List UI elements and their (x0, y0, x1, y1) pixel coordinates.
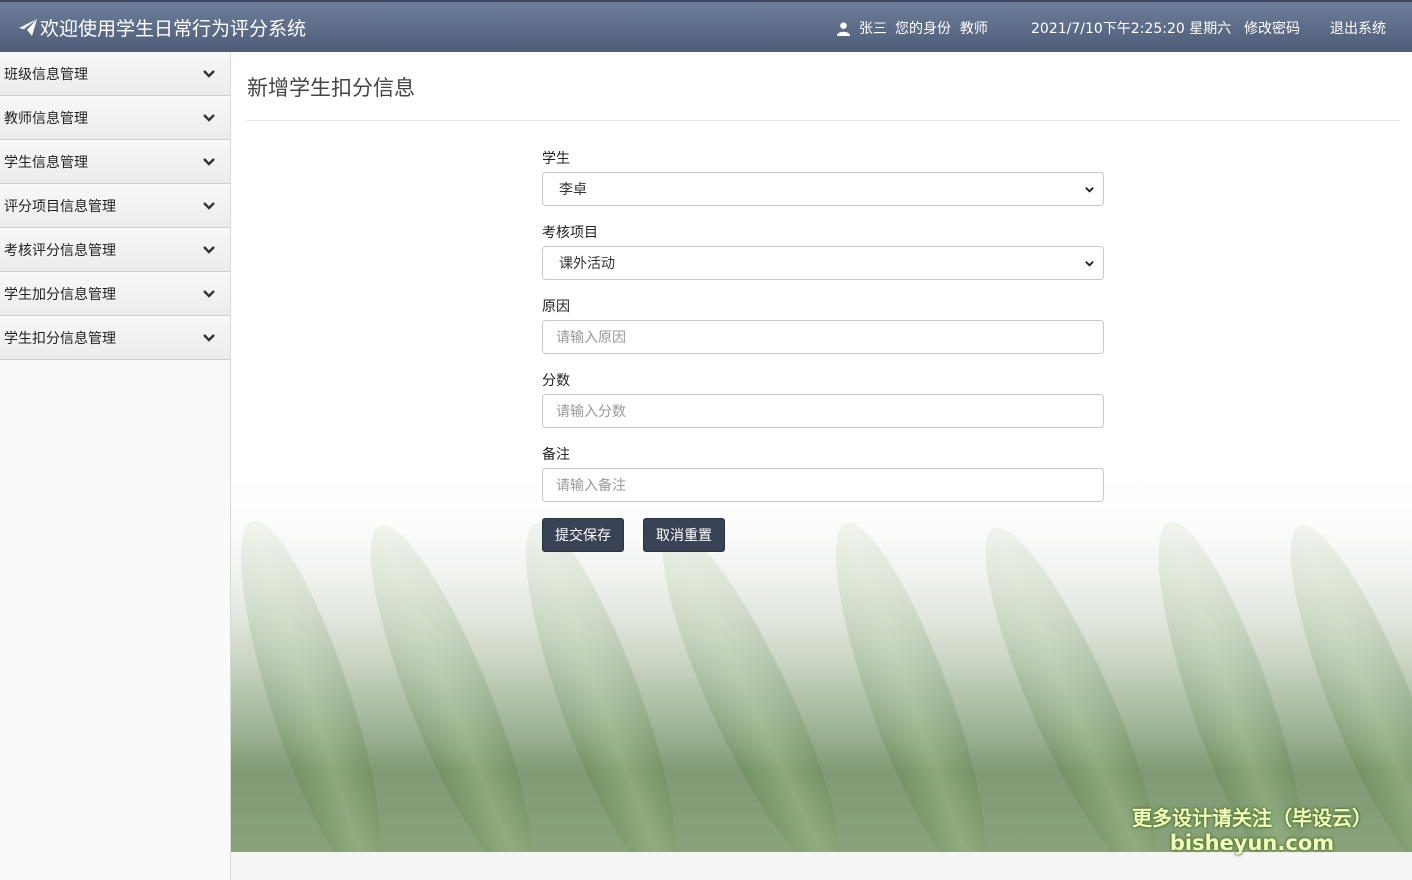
remark-input[interactable]: 请输入备注 (542, 468, 1104, 502)
user-name: 张三 (859, 21, 887, 37)
score-input[interactable]: 请输入分数 (542, 394, 1104, 428)
logout-link[interactable]: 退出系统 (1330, 18, 1386, 38)
form-buttons: 提交保存 取消重置 (542, 518, 1104, 552)
project-select[interactable]: 课外活动 (542, 246, 1104, 280)
app-brand: 欢迎使用学生日常行为评分系统 (18, 14, 306, 41)
user-info: 张三 您的身份 教师 (836, 18, 988, 38)
user-icon (836, 21, 851, 36)
watermark: 更多设计请关注（毕设云） bisheyun.com (1132, 806, 1372, 856)
chevron-down-icon (203, 245, 215, 254)
sidebar-item-teacher-info[interactable]: 教师信息管理 (0, 96, 230, 140)
sidebar-item-label: 评分项目信息管理 (4, 198, 116, 215)
app-title: 欢迎使用学生日常行为评分系统 (40, 18, 307, 40)
watermark-line1: 更多设计请关注（毕设云） (1132, 806, 1372, 830)
sidebar-item-student-info[interactable]: 学生信息管理 (0, 140, 230, 184)
deduction-form: 学生 李卓 考核项目 课外活动 原因 请输入原因 分数 请输入分数 备注 请输入… (542, 150, 1104, 552)
reason-placeholder: 请输入原因 (556, 330, 626, 346)
chevron-down-icon (203, 69, 215, 78)
sidebar-item-label: 考核评分信息管理 (4, 242, 116, 259)
sidebar-item-label: 学生加分信息管理 (4, 286, 116, 303)
score-placeholder: 请输入分数 (556, 404, 626, 420)
project-label: 考核项目 (542, 225, 598, 241)
score-label: 分数 (542, 373, 570, 389)
chevron-down-icon (203, 157, 215, 166)
user-role: 您的身份 教师 (895, 21, 988, 37)
page-title: 新增学生扣分信息 (247, 76, 415, 100)
chevron-down-icon (1085, 186, 1094, 193)
paper-plane-icon (19, 18, 37, 36)
chevron-down-icon (203, 201, 215, 210)
sidebar-item-label: 教师信息管理 (4, 110, 88, 127)
datetime-display: 2021/7/10下午2:25:20 星期六 (1031, 21, 1232, 37)
reset-button[interactable]: 取消重置 (643, 518, 725, 552)
chevron-down-icon (203, 289, 215, 298)
reason-label: 原因 (542, 299, 570, 315)
student-selected-value: 李卓 (559, 182, 587, 198)
top-header-bar: 欢迎使用学生日常行为评分系统 张三 您的身份 教师 2021/7/10下午2:2… (0, 0, 1412, 52)
sidebar-item-deduction-points[interactable]: 学生扣分信息管理 (0, 316, 230, 360)
submit-button[interactable]: 提交保存 (542, 518, 624, 552)
sidebar-menu: 班级信息管理 教师信息管理 学生信息管理 评分项目信息管理 考核评分信息管理 学… (0, 52, 231, 880)
sidebar-item-scoring-items[interactable]: 评分项目信息管理 (0, 184, 230, 228)
project-selected-value: 课外活动 (559, 256, 615, 272)
sidebar-item-assessment[interactable]: 考核评分信息管理 (0, 228, 230, 272)
sidebar-item-label: 学生扣分信息管理 (4, 330, 116, 347)
chevron-down-icon (203, 333, 215, 342)
title-divider (246, 120, 1400, 121)
main-content: 新增学生扣分信息 学生 李卓 考核项目 课外活动 原因 请输入原因 分数 请输入… (231, 52, 1412, 852)
change-password-link[interactable]: 修改密码 (1244, 18, 1300, 38)
sidebar-item-label: 学生信息管理 (4, 154, 88, 171)
chevron-down-icon (203, 113, 215, 122)
reason-input[interactable]: 请输入原因 (542, 320, 1104, 354)
student-select[interactable]: 李卓 (542, 172, 1104, 206)
remark-label: 备注 (542, 447, 570, 463)
sidebar-item-label: 班级信息管理 (4, 66, 88, 83)
student-label: 学生 (542, 151, 570, 167)
sidebar-item-class-info[interactable]: 班级信息管理 (0, 52, 230, 96)
chevron-down-icon (1085, 260, 1094, 267)
remark-placeholder: 请输入备注 (556, 478, 626, 494)
watermark-line2: bisheyun.com (1169, 831, 1335, 855)
sidebar-item-bonus-points[interactable]: 学生加分信息管理 (0, 272, 230, 316)
